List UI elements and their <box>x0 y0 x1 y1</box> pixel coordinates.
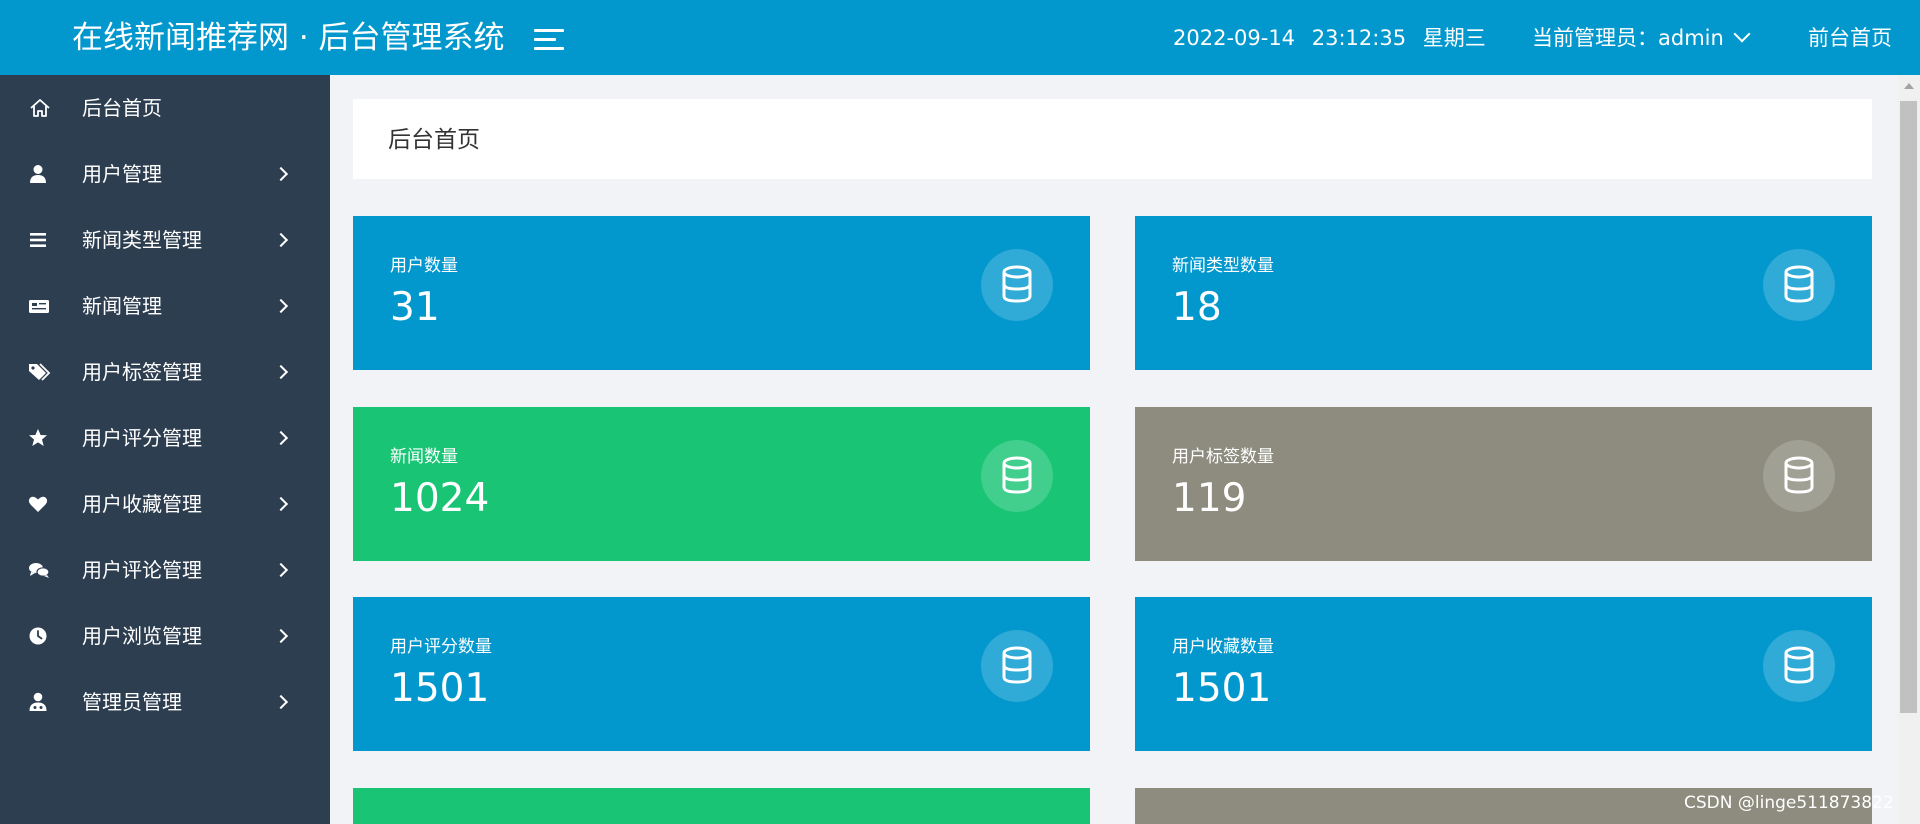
sidebar-item-label: 用户评分管理 <box>82 426 202 450</box>
stat-label: 新闻类型数量 <box>1172 256 1274 276</box>
page-title-panel: 后台首页 <box>353 99 1872 179</box>
admin-dropdown[interactable]: 当前管理员：admin <box>1532 25 1751 51</box>
stat-value: 119 <box>1172 476 1247 521</box>
sidebar-item-user-ratings[interactable]: 用户评分管理 <box>0 405 330 471</box>
chevron-right-icon <box>273 562 289 578</box>
database-icon <box>981 440 1053 512</box>
sidebar-item-home[interactable]: 后台首页 <box>0 75 330 141</box>
stat-value: 1501 <box>390 666 490 711</box>
chevron-right-icon <box>273 694 289 710</box>
sidebar-item-news-types[interactable]: 新闻类型管理 <box>0 207 330 273</box>
sidebar-item-label: 用户管理 <box>82 162 162 186</box>
stat-card-news: 新闻数量 1024 <box>353 407 1090 561</box>
database-icon <box>1763 440 1835 512</box>
home-icon <box>30 99 50 117</box>
sidebar-nav: 后台首页 用户管理 新闻类型管理 新闻管理 用户标签管理 用户评分管理 用户收藏… <box>0 75 330 824</box>
sidebar-item-label: 管理员管理 <box>82 690 182 714</box>
sidebar-item-label: 用户浏览管理 <box>82 624 202 648</box>
chevron-right-icon <box>273 232 289 248</box>
stat-label: 用户评分数量 <box>390 637 492 657</box>
sidebar-item-label: 用户标签管理 <box>82 360 202 384</box>
clock-icon <box>29 627 47 645</box>
chevron-right-icon <box>273 166 289 182</box>
stat-card-user-ratings: 用户评分数量 1501 <box>353 597 1090 751</box>
newspaper-icon <box>29 300 49 313</box>
stat-label: 用户收藏数量 <box>1172 637 1274 657</box>
chevron-right-icon <box>273 496 289 512</box>
admin-label: 当前管理员：admin <box>1532 26 1724 50</box>
stat-label: 用户标签数量 <box>1172 447 1274 467</box>
chevron-right-icon <box>273 430 289 446</box>
chevron-right-icon <box>273 628 289 644</box>
chevron-down-icon <box>1733 25 1751 43</box>
watermark-text: CSDN @linge511873822 <box>1684 793 1894 813</box>
stat-card-partial <box>353 788 1090 824</box>
stat-value: 1501 <box>1172 666 1272 711</box>
sidebar-item-label: 新闻管理 <box>82 294 162 318</box>
scroll-up-icon[interactable] <box>1904 83 1914 89</box>
sidebar-item-users[interactable]: 用户管理 <box>0 141 330 207</box>
app-title: 在线新闻推荐网 · 后台管理系统 <box>72 20 505 56</box>
list-icon <box>30 233 46 247</box>
sidebar-item-label: 用户收藏管理 <box>82 492 202 516</box>
user-icon <box>30 165 46 183</box>
stat-label: 新闻数量 <box>390 447 458 467</box>
admin-user-icon <box>29 692 47 711</box>
stat-value: 31 <box>390 285 440 330</box>
sidebar-item-user-comments[interactable]: 用户评论管理 <box>0 537 330 603</box>
stat-card-news-types: 新闻类型数量 18 <box>1135 216 1872 370</box>
heart-icon <box>28 496 48 512</box>
page-title: 后台首页 <box>388 127 480 153</box>
sidebar-item-user-tags[interactable]: 用户标签管理 <box>0 339 330 405</box>
sidebar-item-news[interactable]: 新闻管理 <box>0 273 330 339</box>
comments-icon <box>29 563 50 578</box>
datetime-display: 2022-09-14 23:12:35 星期三 <box>1173 25 1496 51</box>
stat-card-user-tags: 用户标签数量 119 <box>1135 407 1872 561</box>
stat-label: 用户数量 <box>390 256 458 276</box>
star-icon <box>29 429 47 446</box>
sidebar-item-label: 新闻类型管理 <box>82 228 202 252</box>
date-text: 2022-09-14 <box>1173 26 1296 50</box>
database-icon <box>981 249 1053 321</box>
time-text: 23:12:35 <box>1311 26 1407 50</box>
stat-value: 18 <box>1172 285 1222 330</box>
sidebar-item-admins[interactable]: 管理员管理 <box>0 669 330 735</box>
stat-card-user-favorites: 用户收藏数量 1501 <box>1135 597 1872 751</box>
chevron-right-icon <box>273 364 289 380</box>
top-header: 在线新闻推荐网 · 后台管理系统 2022-09-14 23:12:35 星期三… <box>0 0 1920 75</box>
page-scrollbar[interactable] <box>1898 75 1920 824</box>
scroll-thumb[interactable] <box>1900 101 1917 713</box>
sidebar-item-user-browsing[interactable]: 用户浏览管理 <box>0 603 330 669</box>
stat-card-users: 用户数量 31 <box>353 216 1090 370</box>
front-home-link[interactable]: 前台首页 <box>1808 25 1892 51</box>
database-icon <box>1763 630 1835 702</box>
database-icon <box>981 630 1053 702</box>
sidebar-item-label: 用户评论管理 <box>82 558 202 582</box>
stat-value: 1024 <box>390 476 490 521</box>
database-icon <box>1763 249 1835 321</box>
sidebar-item-label: 后台首页 <box>82 96 162 120</box>
sidebar-item-user-favorites[interactable]: 用户收藏管理 <box>0 471 330 537</box>
chevron-right-icon <box>273 298 289 314</box>
menu-toggle-icon[interactable] <box>534 26 566 50</box>
weekday-text: 星期三 <box>1422 26 1486 50</box>
tags-icon <box>29 363 51 381</box>
